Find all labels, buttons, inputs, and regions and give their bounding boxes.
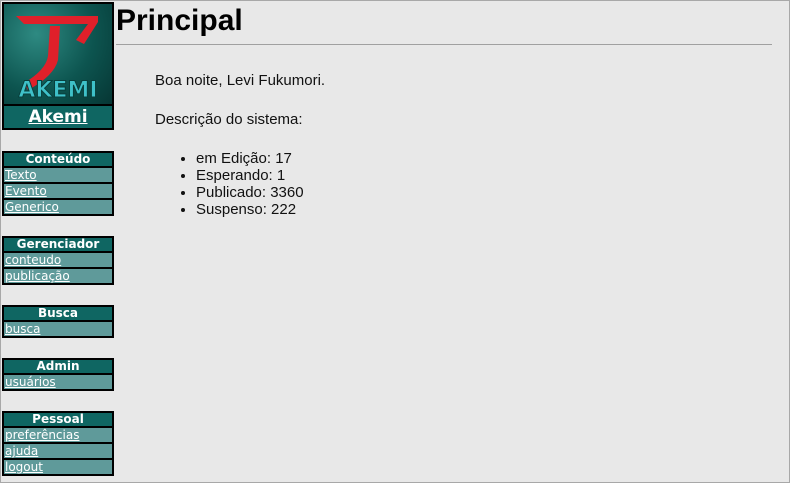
menu-item[interactable]: Texto	[2, 168, 114, 184]
brand-link[interactable]: Akemi	[28, 107, 87, 127]
menu-group-1: Gerenciador conteudo publicação	[2, 236, 114, 285]
menu-item[interactable]: logout	[2, 460, 114, 476]
logo-text: AKEMI	[18, 78, 97, 103]
menu-item[interactable]: Evento	[2, 184, 114, 200]
menu-link[interactable]: Generico	[5, 200, 59, 214]
stat-publicado: Publicado: 3360	[196, 184, 772, 201]
menu-item[interactable]: Generico	[2, 200, 114, 216]
greeting-text: Boa noite, Levi Fukumori.	[155, 72, 326, 89]
system-description-label: Descrição do sistema:	[155, 111, 303, 128]
menu-item[interactable]: usuários	[2, 375, 114, 391]
menu-group-2: Busca busca	[2, 305, 114, 338]
menu-item[interactable]: preferências	[2, 428, 114, 444]
katakana-a-icon: AKEMI	[16, 16, 98, 104]
menu-item[interactable]: ajuda	[2, 444, 114, 460]
menu-header: Gerenciador	[2, 236, 114, 253]
menu-link[interactable]: logout	[5, 460, 43, 474]
menu-group-3: Admin usuários	[2, 358, 114, 391]
menu-link[interactable]: busca	[5, 322, 40, 336]
menu-item[interactable]: publicação	[2, 269, 114, 285]
brand-name[interactable]: Akemi	[2, 106, 114, 130]
menu-link[interactable]: Evento	[5, 184, 47, 198]
menu-link[interactable]: conteudo	[5, 253, 61, 267]
stat-esperando: Esperando: 1	[196, 167, 772, 184]
menu-header: Conteúdo	[2, 151, 114, 168]
akemi-logo[interactable]: AKEMI	[2, 2, 114, 106]
stat-suspenso: Suspenso: 222	[196, 201, 772, 218]
menu-group-0: Conteúdo Texto Evento Generico	[2, 151, 114, 216]
menu-link[interactable]: ajuda	[5, 444, 38, 458]
sidebar: AKEMI Akemi Conteúdo Texto Evento Generico G…	[2, 2, 114, 476]
main-content: Principal Boa noite, Levi Fukumori. Desc…	[116, 1, 772, 218]
menu-link[interactable]: usuários	[5, 375, 56, 389]
menu-link[interactable]: Texto	[5, 168, 37, 182]
menu-group-4: Pessoal preferências ajuda logout	[2, 411, 114, 476]
page-title: Principal	[116, 1, 772, 45]
menu-link[interactable]: preferências	[5, 428, 79, 442]
stat-em-edicao: em Edição: 17	[196, 150, 772, 167]
menu-header: Busca	[2, 305, 114, 322]
menu-link[interactable]: publicação	[5, 269, 70, 283]
menu-header: Admin	[2, 358, 114, 375]
menu-header: Pessoal	[2, 411, 114, 428]
status-list: em Edição: 17 Esperando: 1 Publicado: 33…	[155, 150, 772, 218]
menu-item[interactable]: conteudo	[2, 253, 114, 269]
menu-item[interactable]: busca	[2, 322, 114, 338]
